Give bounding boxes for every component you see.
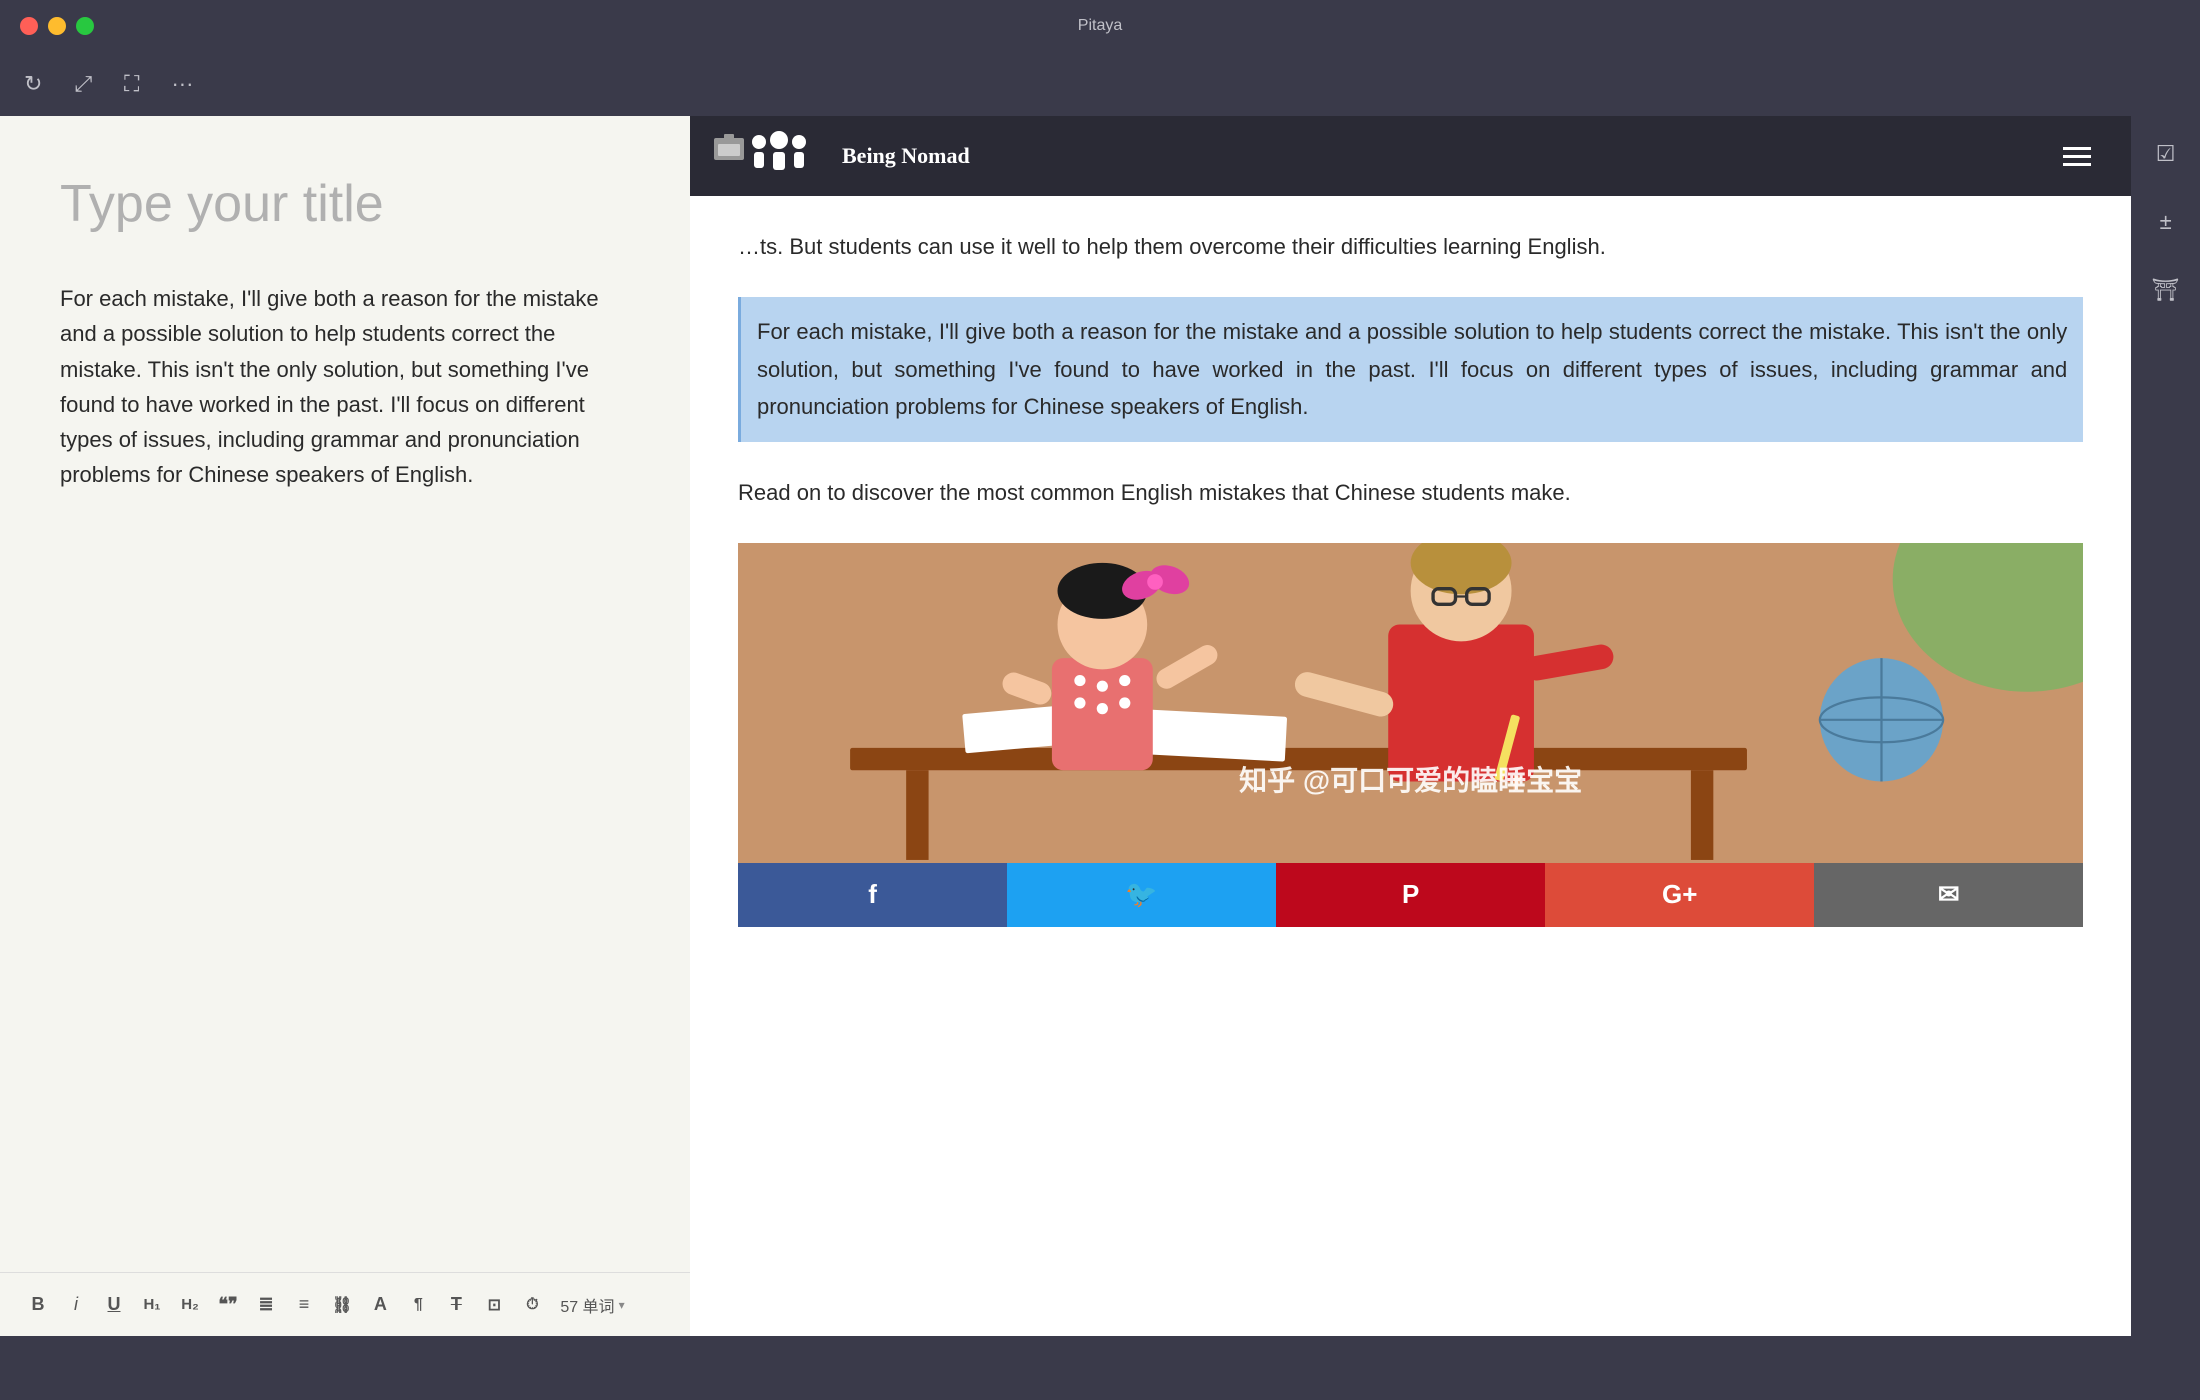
right-sidebar: ☑ ± ⛩	[2131, 116, 2200, 1336]
email-icon: ✉	[1938, 879, 1960, 910]
pinterest-icon: P	[1402, 879, 1419, 910]
intro-text: …ts. But students can use it well to hel…	[738, 234, 1606, 259]
word-count: 57 单词 ▾	[560, 1293, 624, 1317]
hamburger-line-3	[2063, 163, 2091, 166]
word-count-chevron[interactable]: ▾	[619, 1298, 625, 1312]
image-icon[interactable]: ⊡	[484, 1295, 504, 1315]
quote-icon[interactable]: ❝❞	[218, 1294, 238, 1315]
pinterest-button[interactable]: P	[1276, 863, 1545, 927]
h2-icon[interactable]: H₂	[180, 1296, 200, 1313]
paragraph-icon[interactable]: ¶	[408, 1296, 428, 1314]
numbered-list-icon[interactable]: ≡	[294, 1294, 314, 1315]
logo-text: Being Nomad	[842, 143, 970, 169]
title-bar: Pitaya	[0, 0, 2200, 52]
editor-title-placeholder[interactable]: Type your title	[60, 176, 630, 233]
underline-icon[interactable]: U	[104, 1294, 124, 1315]
article-content: …ts. But students can use it well to hel…	[690, 196, 2131, 959]
highlighted-text: For each mistake, I'll give both a reaso…	[757, 319, 2067, 419]
h1-icon[interactable]: H₁	[142, 1296, 162, 1313]
facebook-button[interactable]: f	[738, 863, 1007, 927]
google-plus-button[interactable]: G+	[1545, 863, 1814, 927]
facebook-icon: f	[868, 879, 877, 910]
bullet-list-icon[interactable]: ≣	[256, 1294, 276, 1315]
web-header: Being Nomad	[690, 116, 2131, 196]
watermark-text: 知乎 @可口可爱的瞌睡宝宝	[1239, 759, 1582, 799]
web-content: Being Nomad …ts. But students can use it…	[690, 116, 2131, 1336]
maximize-button[interactable]	[76, 17, 94, 35]
google-plus-icon: G+	[1662, 879, 1697, 910]
strikethrough-icon[interactable]: T	[446, 1294, 466, 1315]
article-intro: …ts. But students can use it well to hel…	[738, 228, 2083, 265]
share-icon[interactable]: ⤢	[74, 71, 92, 97]
link-icon[interactable]: ⛓	[332, 1295, 352, 1315]
editor-panel: Type your title For each mistake, I'll g…	[0, 116, 690, 1336]
fullscreen-icon[interactable]: ⛶	[124, 71, 139, 97]
editor-body-text[interactable]: For each mistake, I'll give both a reaso…	[60, 281, 630, 492]
text-color-icon[interactable]: A	[370, 1294, 390, 1315]
social-bar: f 🐦 P G+ ✉	[738, 863, 2083, 927]
italic-icon[interactable]: i	[66, 1294, 86, 1315]
web-panel: Being Nomad …ts. But students can use it…	[690, 116, 2200, 1336]
article-read-on: Read on to discover the most common Engl…	[738, 474, 2083, 511]
twitter-button[interactable]: 🐦	[1007, 863, 1276, 927]
formula-icon[interactable]: ±	[2144, 200, 2188, 244]
hamburger-line-2	[2063, 155, 2091, 158]
temple-icon[interactable]: ⛩	[2144, 268, 2188, 312]
bold-icon[interactable]: B	[28, 1294, 48, 1315]
hamburger-line-1	[2063, 147, 2091, 150]
teacher-student-image	[738, 543, 2083, 863]
timer-icon[interactable]: ⏱	[522, 1296, 542, 1314]
bottom-toolbar: B i U H₁ H₂ ❝❞ ≣ ≡ ⛓ A ¶ T ⊡ ⏱ 57 单词 ▾	[0, 1272, 690, 1336]
checkbox-icon[interactable]: ☑	[2144, 132, 2188, 176]
close-button[interactable]	[20, 17, 38, 35]
main-area: Type your title For each mistake, I'll g…	[0, 116, 2200, 1336]
email-button[interactable]: ✉	[1814, 863, 2083, 927]
article-highlighted-paragraph: For each mistake, I'll give both a reaso…	[738, 297, 2083, 441]
web-logo: Being Nomad	[714, 130, 970, 182]
more-icon[interactable]: ···	[171, 71, 193, 97]
traffic-lights	[20, 17, 94, 35]
hamburger-menu[interactable]	[2063, 134, 2107, 178]
minimize-button[interactable]	[48, 17, 66, 35]
refresh-icon[interactable]: ↻	[24, 71, 42, 97]
logo-icon	[714, 130, 834, 182]
article-image: 知乎 @可口可爱的瞌睡宝宝	[738, 543, 2083, 863]
read-on-text: Read on to discover the most common Engl…	[738, 480, 1571, 505]
twitter-icon: 🐦	[1125, 879, 1157, 910]
app-title: Pitaya	[1078, 17, 1122, 35]
main-toolbar: ↻ ⤢ ⛶ ···	[0, 52, 2200, 116]
